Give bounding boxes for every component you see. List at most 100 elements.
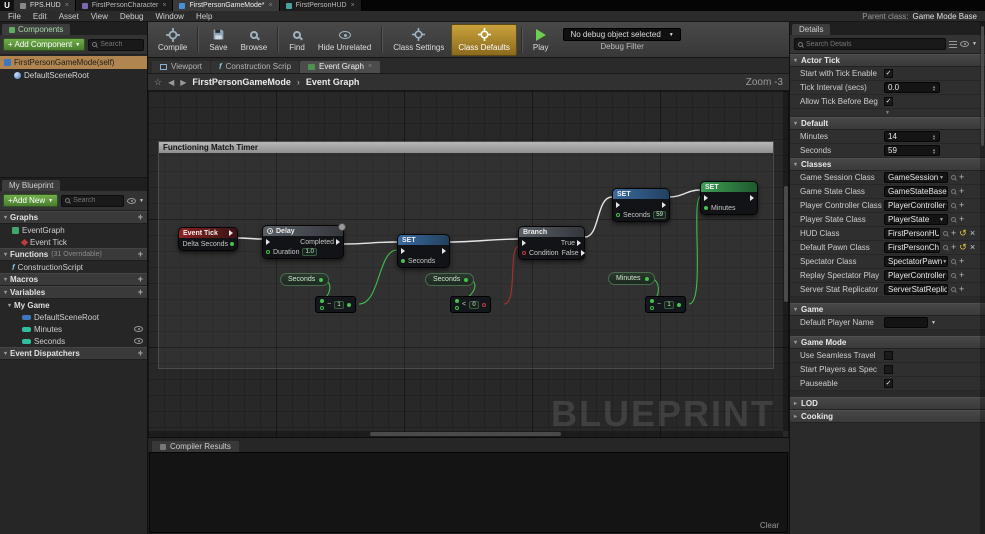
list-options-icon[interactable] [949,40,958,48]
close-icon[interactable]: × [351,2,355,9]
advanced-expander[interactable]: ▼ [790,109,985,117]
add-icon[interactable]: + [138,349,143,358]
menu-window[interactable]: Window [149,12,189,21]
add-icon[interactable]: + [959,285,964,294]
node-subtract[interactable]: − 1 [315,296,357,313]
class-dropdown[interactable]: ServerStatReplicator▼ [884,284,948,295]
exec-out-pin[interactable] [662,202,666,208]
menu-help[interactable]: Help [190,12,218,21]
class-dropdown[interactable]: PlayerController▼ [884,200,948,211]
checkbox[interactable] [884,365,893,374]
int-in-pin[interactable] [401,259,405,263]
tab-construction-script[interactable]: f Construction Scrip [210,61,300,73]
node-set-seconds-reset[interactable]: SET Seconds 59 [612,188,670,222]
node-branch[interactable]: Branch True Condition False [518,226,585,260]
section-actor-tick[interactable]: ▾ Actor Tick [790,54,985,67]
add-component-button[interactable]: + Add Component ▼ [3,38,86,51]
function-item-constructionscript[interactable]: f ConstructionScript [0,261,147,273]
class-dropdown[interactable]: SpectatorPawn ▼ [884,256,948,267]
menu-view[interactable]: View [85,12,114,21]
add-icon[interactable]: + [959,271,964,280]
exec-out-pin[interactable] [442,248,446,254]
int-in-pin[interactable] [455,299,459,303]
event-graph-canvas[interactable]: BLUEPRINT Functioning Match Timer Event … [148,91,789,437]
node-get-seconds[interactable]: Seconds [280,273,330,286]
node-get-seconds[interactable]: Seconds [425,273,475,286]
section-default[interactable]: ▾ Default [790,117,985,130]
int-in-pin[interactable] [704,206,708,210]
node-subtract[interactable]: − 1 [645,296,687,313]
node-set-seconds[interactable]: SET Seconds [397,234,450,268]
clear-icon[interactable]: × [970,229,975,238]
operand-field[interactable]: 0 [469,300,480,309]
section-classes[interactable]: ▾ Classes [790,158,985,171]
visibility-eye-icon[interactable] [134,326,143,332]
class-dropdown[interactable]: GameStateBase▼ [884,186,948,197]
add-icon[interactable]: + [959,173,964,182]
menu-edit[interactable]: Edit [27,12,53,21]
browse-icon[interactable] [943,231,948,236]
int-out-pin[interactable] [319,277,324,282]
component-row-defaultsceneroot[interactable]: DefaultSceneRoot [0,69,147,82]
variable-item-defaultsceneroot[interactable]: DefaultSceneRoot [0,311,147,323]
reset-to-default-icon[interactable]: ↺ [959,229,967,238]
int-in-pin[interactable] [455,306,459,310]
close-icon[interactable]: × [368,63,372,70]
tab-compiler-results[interactable]: Compiler Results [152,441,239,452]
compile-button[interactable]: Compile [152,24,193,56]
browse-icon[interactable] [951,287,956,292]
browse-icon[interactable] [951,217,956,222]
operand-field[interactable]: 1 [334,300,345,309]
add-icon[interactable]: + [959,215,964,224]
nav-back-icon[interactable]: ◀ [168,78,174,87]
parent-class-value[interactable]: Game Mode Base [913,12,977,21]
exec-in-pin[interactable] [401,248,405,254]
chevron-down-icon[interactable]: ▼ [972,41,977,47]
details-scrollbar[interactable] [980,22,985,534]
browse-icon[interactable] [951,273,956,278]
tab-details[interactable]: Details [792,24,831,35]
save-button[interactable]: Save [203,24,233,56]
class-defaults-button[interactable]: Class Defaults [451,23,517,56]
comment-box[interactable]: Functioning Match Timer [158,141,774,369]
section-macros[interactable]: ▾ Macros + [0,273,147,286]
section-variables[interactable]: ▾ Variables + [0,286,147,299]
graph-horizontal-scrollbar[interactable] [148,431,783,437]
add-icon[interactable]: + [959,257,964,266]
add-icon[interactable]: + [959,187,964,196]
browse-icon[interactable] [951,259,956,264]
exec-in-pin[interactable] [704,195,708,201]
bool-out-pin[interactable] [482,302,487,307]
reset-to-default-icon[interactable]: ↺ [959,243,967,252]
exec-in-pin[interactable] [522,240,526,246]
node-delay[interactable]: Delay Completed Duration 1.0 [262,223,346,259]
spinner-icon[interactable]: ▲ ▼ [932,84,936,91]
int-in-pin[interactable] [650,306,654,310]
section-functions[interactable]: ▾ Functions (31 Overridable) + [0,248,147,261]
menu-file[interactable]: File [2,12,27,21]
display-filter-eye-icon[interactable] [960,41,970,47]
find-button[interactable]: Find [283,24,311,56]
window-tab-fps-hud[interactable]: FPS.HUD × [14,0,76,11]
int-out-pin[interactable] [644,276,649,281]
visibility-eye-icon[interactable] [134,338,143,344]
graph-item-event-tick[interactable]: Event Tick [0,236,147,248]
class-dropdown[interactable]: FirstPersonCharac▼ [884,242,940,253]
exec-out-pin[interactable] [750,195,754,201]
exec-out-pin[interactable] [580,250,585,256]
class-dropdown[interactable]: PlayerController▼ [884,270,948,281]
float-in-pin[interactable] [266,250,270,254]
browse-icon[interactable] [943,245,948,250]
checkbox[interactable]: ✓ [884,69,893,78]
graph-item-eventgraph[interactable]: EventGraph [0,224,147,236]
section-game-mode[interactable]: ▾ Game Mode [790,336,985,349]
operand-field[interactable]: 1 [664,300,675,309]
breadcrumb-current[interactable]: Event Graph [306,77,360,87]
node-get-minutes[interactable]: Minutes [608,272,655,285]
chevron-down-icon[interactable]: ▼ [931,320,936,326]
tab-viewport[interactable]: Viewport [152,61,210,73]
comment-title[interactable]: Functioning Match Timer [159,142,773,153]
int-out-pin[interactable] [677,302,682,307]
component-row-self[interactable]: FirstPersonGameMode(self) [0,56,147,69]
int-in-pin[interactable] [320,306,324,310]
